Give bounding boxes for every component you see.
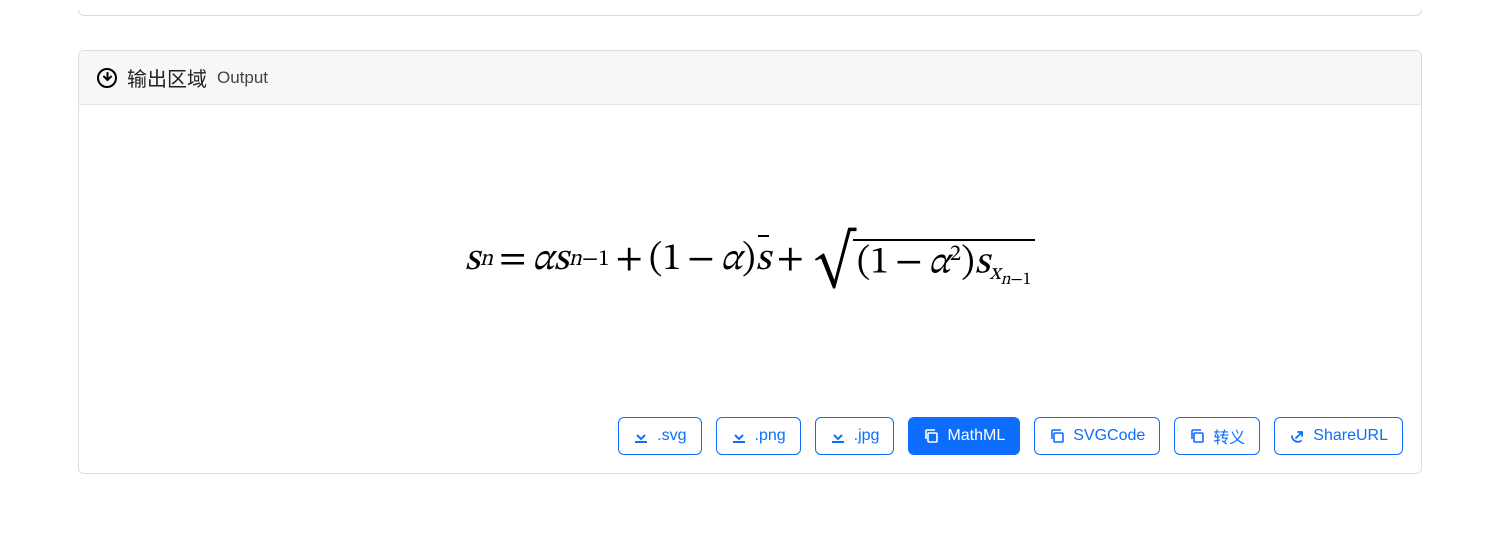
button-label: .svg [657, 427, 686, 445]
download-png-button[interactable]: .png [716, 417, 801, 455]
output-panel-body: sn = αsn−1 + (1−α)s + √ (1−α2)sxn−1 [79, 105, 1421, 405]
button-label: MathML [947, 427, 1005, 445]
rendered-formula: sn = αsn−1 + (1−α)s + √ (1−α2)sxn−1 [465, 235, 1035, 286]
output-panel-header: 输出区域 Output [79, 51, 1421, 105]
copy-mathml-button[interactable]: MathML [908, 417, 1020, 455]
share-url-button[interactable]: ShareURL [1274, 417, 1403, 455]
button-label: ShareURL [1313, 427, 1388, 445]
button-label: 转义 [1213, 424, 1245, 448]
copy-icon [1049, 428, 1065, 444]
download-icon [830, 428, 846, 444]
circle-arrow-down-icon [97, 68, 117, 88]
output-panel-footer: .svg .png .jpg MathML SVGCode [79, 405, 1421, 473]
output-title-main: 输出区域 [127, 63, 207, 92]
button-label: .png [755, 427, 786, 445]
download-jpg-button[interactable]: .jpg [815, 417, 895, 455]
button-label: .jpg [854, 427, 880, 445]
copy-escaped-button[interactable]: 转义 [1174, 417, 1260, 455]
previous-panel-bottom-edge [78, 10, 1422, 16]
output-panel: 输出区域 Output sn = αsn−1 + (1−α)s + √ (1−α… [78, 50, 1422, 474]
download-svg-button[interactable]: .svg [618, 417, 701, 455]
download-icon [633, 428, 649, 444]
output-title-sub: Output [217, 68, 268, 88]
share-icon [1289, 428, 1305, 444]
copy-svgcode-button[interactable]: SVGCode [1034, 417, 1160, 455]
button-label: SVGCode [1073, 427, 1145, 445]
copy-icon [1189, 428, 1205, 444]
copy-icon [923, 428, 939, 444]
download-icon [731, 428, 747, 444]
